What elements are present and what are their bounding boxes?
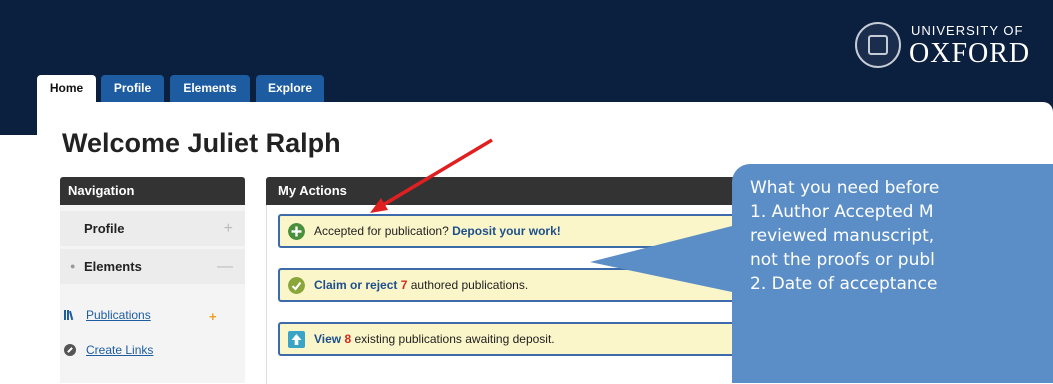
callout-text: What you need before 1. Author Accepted …: [750, 176, 939, 296]
red-arrow-line: [377, 138, 493, 210]
callout-line: 2. Date of acceptance: [750, 274, 938, 294]
callout-line: 1. Author Accepted M: [750, 202, 934, 222]
callout-line: reviewed manuscript,: [750, 226, 935, 246]
callout-pointer: [590, 226, 732, 292]
callout-line: not the proofs or publ: [750, 250, 935, 270]
callout-line: What you need before: [750, 178, 940, 198]
red-arrow-head-icon: [370, 198, 388, 213]
